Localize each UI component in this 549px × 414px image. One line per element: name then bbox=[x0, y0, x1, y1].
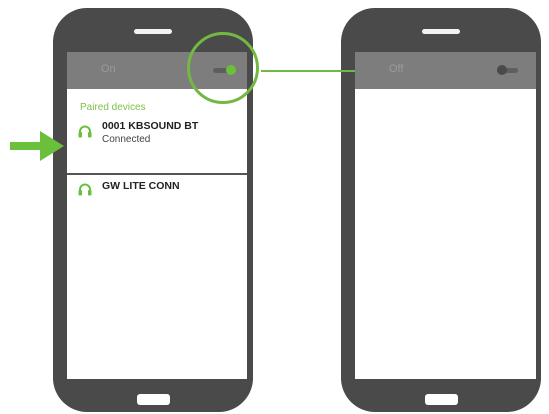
toggle-knob bbox=[497, 65, 507, 75]
device-item[interactable]: GW LITE CONN bbox=[67, 176, 247, 216]
headphones-icon bbox=[78, 125, 92, 138]
home-button[interactable] bbox=[137, 394, 170, 405]
bluetooth-status-label: On bbox=[101, 63, 116, 75]
connector-line bbox=[261, 70, 355, 72]
home-button[interactable] bbox=[425, 394, 458, 405]
headphones-icon bbox=[78, 183, 92, 196]
bluetooth-status-label: Off bbox=[389, 63, 404, 75]
toggle-highlight-circle bbox=[187, 32, 259, 104]
phone-speaker bbox=[422, 29, 460, 34]
phone-speaker bbox=[134, 29, 172, 34]
bluetooth-topbar: Off bbox=[355, 52, 536, 89]
device-name: 0001 KBSOUND BT bbox=[102, 120, 199, 132]
paired-devices-header: Paired devices bbox=[80, 102, 146, 113]
divider bbox=[67, 173, 247, 175]
device-name: GW LITE CONN bbox=[102, 180, 180, 192]
arrow-right-icon bbox=[10, 131, 64, 161]
phone-screen: Off bbox=[355, 52, 536, 379]
device-status: Connected bbox=[102, 134, 151, 145]
bluetooth-toggle[interactable] bbox=[497, 65, 518, 75]
device-item[interactable]: 0001 KBSOUND BT Connected bbox=[67, 116, 247, 172]
phone-right: Off bbox=[341, 8, 541, 412]
